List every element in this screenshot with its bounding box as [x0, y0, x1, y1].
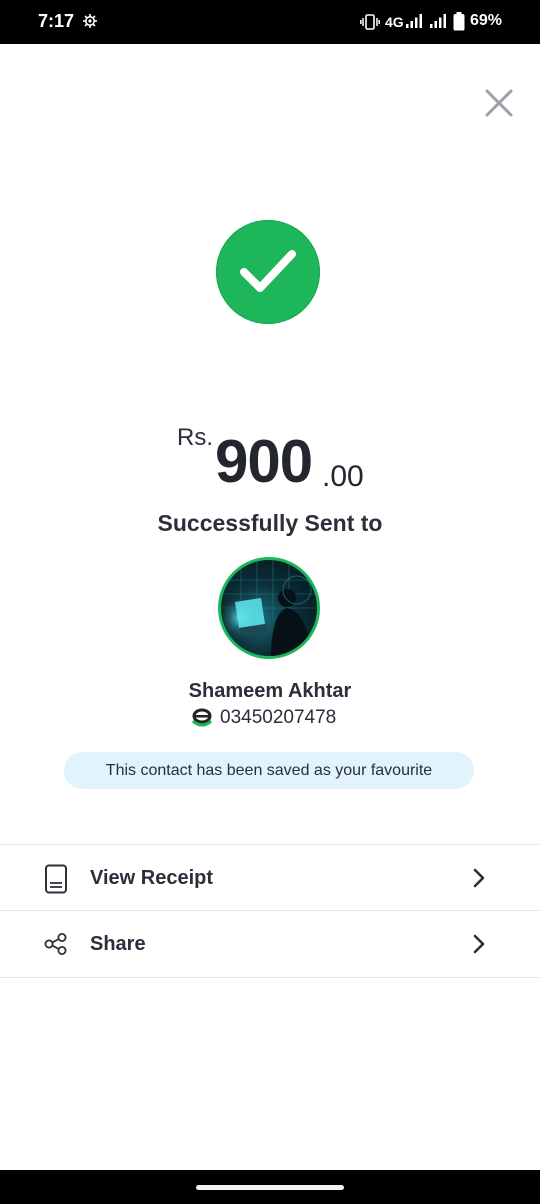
amount-main: 900 [215, 428, 313, 495]
signal-icon [429, 13, 447, 34]
contact-name: Shameem Akhtar [188, 680, 352, 702]
close-button[interactable] [482, 86, 516, 120]
share-row[interactable]: Share [0, 910, 540, 978]
currency-label: Rs. [177, 424, 213, 451]
share-icon [44, 933, 68, 960]
share-label: Share [90, 933, 146, 955]
battery-percent: 69% [470, 12, 503, 29]
system-nav-bar [0, 1170, 540, 1204]
battery-icon [453, 12, 465, 36]
view-receipt-row[interactable]: View Receipt [0, 844, 540, 911]
status-icons: 4G 69% [360, 11, 502, 33]
avatar [218, 557, 320, 659]
status-time: 7:17 [38, 11, 75, 31]
chevron-right-icon [470, 934, 488, 959]
settings-gear-icon [82, 13, 98, 34]
success-check-badge [216, 220, 320, 324]
amount-display: Rs. 900 .00 [0, 420, 540, 500]
status-bar: 7:17 4G 69% [0, 0, 540, 44]
chevron-right-icon [470, 868, 488, 893]
checkmark-icon [240, 250, 296, 292]
contact-number: 03450207478 [220, 707, 337, 728]
easypaisa-logo-icon [192, 708, 212, 733]
close-icon [485, 89, 513, 117]
avatar-image [221, 560, 317, 656]
receipt-icon [44, 864, 68, 899]
vibrate-icon [360, 14, 380, 35]
amount-decimal: .00 [322, 460, 364, 493]
signal-icon [405, 13, 423, 34]
status-message: Successfully Sent to [157, 510, 383, 536]
favourite-notice: This contact has been saved as your favo… [64, 752, 474, 789]
network-type: 4G [385, 14, 404, 30]
home-gesture-handle[interactable] [196, 1185, 344, 1190]
view-receipt-label: View Receipt [90, 867, 214, 889]
